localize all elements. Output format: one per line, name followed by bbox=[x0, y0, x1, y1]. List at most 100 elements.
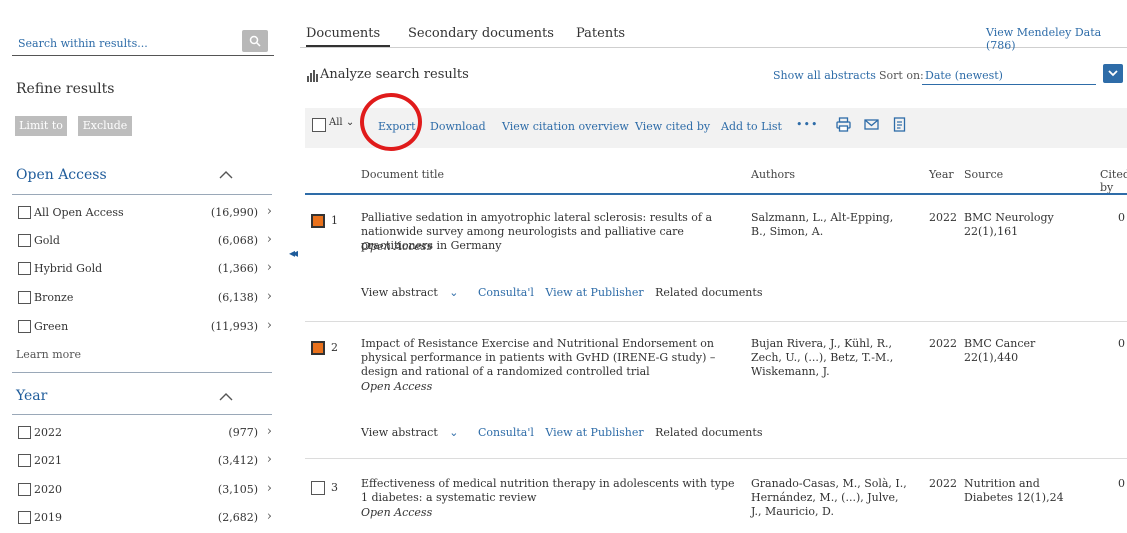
checkbox[interactable] bbox=[18, 262, 31, 275]
consultal-link[interactable]: Consulta'l bbox=[478, 426, 534, 439]
document-title-link[interactable]: Effectiveness of medical nutrition thera… bbox=[361, 477, 741, 505]
chevron-right-icon[interactable]: › bbox=[267, 232, 272, 247]
tab-secondary-documents[interactable]: Secondary documents bbox=[408, 26, 554, 41]
view-at-publisher-link[interactable]: View at Publisher bbox=[545, 426, 643, 439]
column-source[interactable]: Source bbox=[964, 168, 1003, 181]
checkbox[interactable] bbox=[18, 291, 31, 304]
open-access-label: Open Access bbox=[361, 240, 433, 253]
sort-dropdown-button[interactable] bbox=[1103, 64, 1123, 83]
show-all-abstracts-link[interactable]: Show all abstracts bbox=[773, 69, 876, 82]
related-documents-link[interactable]: Related documents bbox=[655, 286, 762, 299]
filter-year-2020[interactable]: 2020 (3,105) › bbox=[18, 481, 272, 499]
filter-label: 2022 bbox=[34, 426, 62, 439]
authors-list[interactable]: Salzmann, L., Alt-Epping, B., Simon, A. bbox=[751, 211, 911, 239]
filter-year-2021[interactable]: 2021 (3,412) › bbox=[18, 452, 272, 470]
source-value[interactable]: BMC Neurology 22(1),161 bbox=[964, 211, 1064, 239]
related-documents-link[interactable]: Related documents bbox=[655, 426, 762, 439]
consultal-link[interactable]: Consulta'l bbox=[478, 286, 534, 299]
results-toolbar bbox=[305, 108, 1127, 148]
checkbox[interactable] bbox=[18, 320, 31, 333]
search-icon bbox=[249, 35, 261, 47]
filter-gold[interactable]: Gold (6,068) › bbox=[18, 232, 272, 250]
chevron-right-icon[interactable]: › bbox=[267, 318, 272, 333]
exclude-button[interactable]: Exclude bbox=[78, 116, 132, 136]
search-button[interactable] bbox=[242, 30, 268, 52]
learn-more-link[interactable]: Learn more bbox=[16, 348, 81, 361]
column-authors[interactable]: Authors bbox=[751, 168, 795, 181]
chevron-right-icon[interactable]: › bbox=[267, 509, 272, 524]
row-checkbox[interactable] bbox=[311, 341, 325, 355]
source-value[interactable]: Nutrition and Diabetes 12(1),24 bbox=[964, 477, 1064, 505]
row-checkbox[interactable] bbox=[311, 481, 325, 495]
filter-year-2022[interactable]: 2022 (977) › bbox=[18, 424, 272, 442]
cited-by-count[interactable]: 0 bbox=[1118, 211, 1125, 224]
bibliography-icon[interactable] bbox=[892, 117, 907, 132]
filter-label: 2019 bbox=[34, 511, 62, 524]
filter-label: Hybrid Gold bbox=[34, 262, 103, 275]
checkbox[interactable] bbox=[18, 483, 31, 496]
chevron-right-icon[interactable]: › bbox=[267, 481, 272, 496]
open-access-heading[interactable]: Open Access bbox=[16, 167, 107, 183]
authors-list[interactable]: Bujan Rivera, J., Kühl, R., Zech, U., (.… bbox=[751, 337, 911, 379]
checkbox[interactable] bbox=[18, 234, 31, 247]
chevron-up-icon[interactable] bbox=[219, 392, 233, 401]
tab-documents[interactable]: Documents bbox=[306, 26, 380, 41]
filter-count: (3,105) bbox=[217, 483, 258, 496]
collapse-sidebar-icon[interactable]: ◂◂ bbox=[289, 246, 298, 260]
chevron-right-icon[interactable]: › bbox=[267, 260, 272, 275]
tab-patents[interactable]: Patents bbox=[576, 26, 625, 41]
source-value[interactable]: BMC Cancer 22(1),440 bbox=[964, 337, 1064, 365]
filter-count: (16,990) bbox=[210, 206, 258, 219]
row-checkbox[interactable] bbox=[311, 214, 325, 228]
filter-count: (6,138) bbox=[217, 291, 258, 304]
section-divider bbox=[12, 414, 272, 415]
select-all-dropdown[interactable]: All ⌄ bbox=[329, 117, 354, 128]
download-button[interactable]: Download bbox=[430, 120, 486, 133]
chevron-right-icon[interactable]: › bbox=[267, 289, 272, 304]
checkbox[interactable] bbox=[18, 426, 31, 439]
checkbox[interactable] bbox=[18, 511, 31, 524]
row-number: 3 bbox=[331, 481, 338, 494]
section-divider bbox=[12, 372, 272, 373]
column-year[interactable]: Year bbox=[929, 168, 954, 181]
header-divider bbox=[305, 193, 1127, 195]
print-icon[interactable] bbox=[836, 117, 851, 132]
view-cited-by-button[interactable]: View cited by bbox=[635, 120, 710, 133]
chevron-down-icon: ⌄ bbox=[449, 286, 459, 299]
chevron-right-icon[interactable]: › bbox=[267, 424, 272, 439]
authors-list[interactable]: Granado-Casas, M., Solà, I., Hernández, … bbox=[751, 477, 911, 519]
filter-bronze[interactable]: Bronze (6,138) › bbox=[18, 289, 272, 307]
select-all-checkbox[interactable] bbox=[312, 118, 326, 132]
document-title-link[interactable]: Impact of Resistance Exercise and Nutrit… bbox=[361, 337, 741, 379]
limit-to-button[interactable]: Limit to bbox=[15, 116, 67, 136]
sort-select[interactable]: Date (newest) bbox=[925, 69, 1003, 82]
view-abstract-button[interactable]: View abstract ⌄ bbox=[361, 426, 466, 439]
more-options-button[interactable]: ••• bbox=[796, 118, 818, 131]
cited-by-count[interactable]: 0 bbox=[1118, 477, 1125, 490]
column-cited-by[interactable]: Cited by bbox=[1100, 168, 1127, 194]
year-heading[interactable]: Year bbox=[16, 388, 47, 404]
filter-green[interactable]: Green (11,993) › bbox=[18, 318, 272, 336]
chevron-right-icon[interactable]: › bbox=[267, 204, 272, 219]
filter-year-2019[interactable]: 2019 (2,682) › bbox=[18, 509, 272, 527]
filter-count: (1,366) bbox=[217, 262, 258, 275]
view-citation-overview-button[interactable]: View citation overview bbox=[502, 120, 629, 133]
view-abstract-button[interactable]: View abstract ⌄ bbox=[361, 286, 466, 299]
filter-count: (977) bbox=[228, 426, 258, 439]
filter-hybrid-gold[interactable]: Hybrid Gold (1,366) › bbox=[18, 260, 272, 278]
filter-all-open-access[interactable]: All Open Access (16,990) › bbox=[18, 204, 272, 222]
email-icon[interactable] bbox=[864, 117, 879, 132]
chevron-up-icon[interactable] bbox=[219, 170, 233, 179]
column-document-title[interactable]: Document title bbox=[361, 168, 444, 181]
cited-by-count[interactable]: 0 bbox=[1118, 337, 1125, 350]
filter-count: (6,068) bbox=[217, 234, 258, 247]
search-input[interactable] bbox=[16, 33, 240, 53]
add-to-list-button[interactable]: Add to List bbox=[721, 120, 782, 133]
view-at-publisher-link[interactable]: View at Publisher bbox=[545, 286, 643, 299]
checkbox[interactable] bbox=[18, 454, 31, 467]
checkbox[interactable] bbox=[18, 206, 31, 219]
view-mendeley-data-link[interactable]: View Mendeley Data (786) bbox=[986, 26, 1127, 52]
analyze-search-results-link[interactable]: Analyze search results bbox=[320, 67, 469, 82]
row-divider bbox=[305, 321, 1127, 322]
chevron-right-icon[interactable]: › bbox=[267, 452, 272, 467]
